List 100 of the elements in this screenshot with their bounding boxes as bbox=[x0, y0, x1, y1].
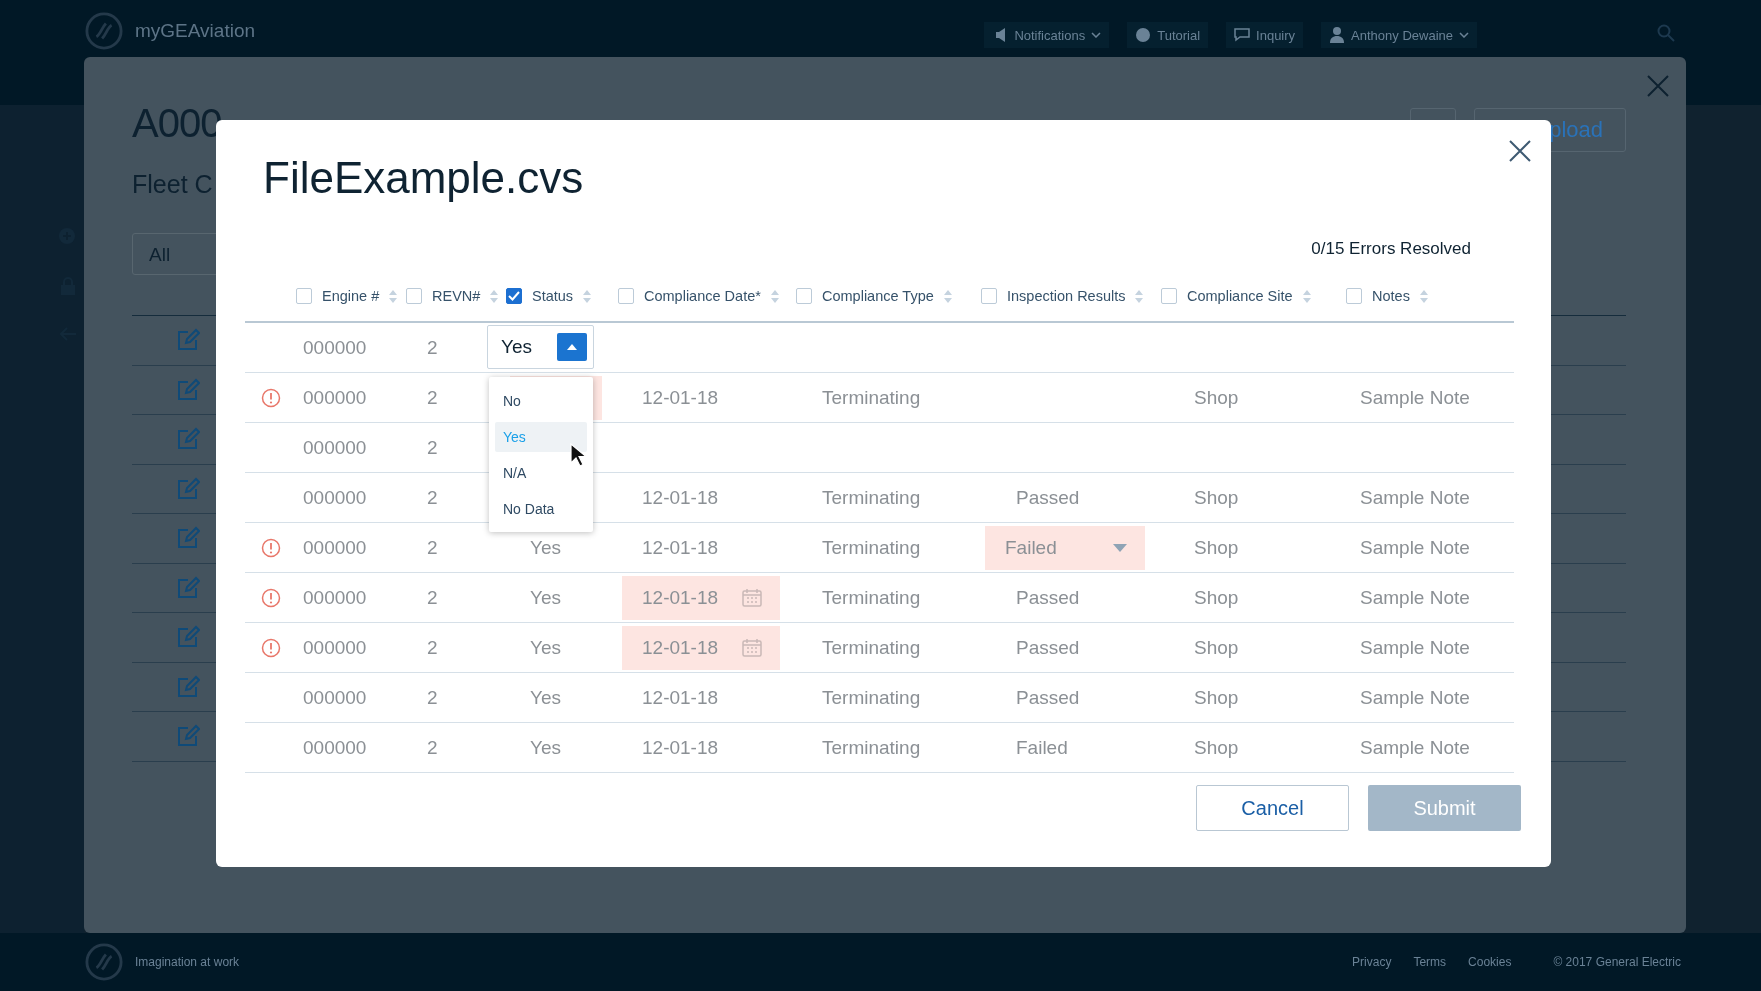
table-cell: Terminating bbox=[822, 386, 921, 409]
table-row[interactable]: 000000 2 Yes 12-01-18 Terminating Passed Shop Sample Note bbox=[245, 573, 1514, 623]
caret-icon bbox=[1091, 32, 1102, 38]
menu-item[interactable]: Yes bbox=[495, 422, 587, 452]
table-row[interactable]: 000000 2 Yes 12-01-18 Terminating Failed Shop Sample Note bbox=[245, 523, 1514, 573]
checkbox[interactable] bbox=[406, 288, 422, 304]
checkbox[interactable] bbox=[618, 288, 634, 304]
checkbox[interactable] bbox=[1161, 288, 1177, 304]
nav-link[interactable]: Notifications bbox=[984, 22, 1110, 48]
result-select[interactable]: Failed bbox=[985, 525, 1145, 570]
table-cell: Sample Note bbox=[1360, 586, 1470, 609]
table-cell: Passed bbox=[1016, 636, 1080, 659]
checkbox[interactable] bbox=[296, 288, 312, 304]
table-cell: Sample Note bbox=[1360, 386, 1470, 409]
sort-icon[interactable] bbox=[1302, 289, 1311, 303]
table-cell: 000000 bbox=[303, 436, 367, 459]
checkbox[interactable] bbox=[1346, 288, 1362, 304]
table-cell: Terminating bbox=[822, 736, 921, 759]
table-cell: Shop bbox=[1194, 636, 1239, 659]
search-icon[interactable] bbox=[1657, 24, 1675, 42]
table-cell: Passed bbox=[1016, 486, 1080, 509]
table-cell: Sample Note bbox=[1360, 536, 1470, 559]
checkbox[interactable] bbox=[506, 288, 522, 304]
menu-item[interactable]: No bbox=[495, 386, 587, 416]
cancel-button[interactable]: Cancel bbox=[1196, 785, 1349, 831]
table-row[interactable]: 000000 2 Yes 12-01-18 Terminating Passed Shop Sample Note bbox=[245, 673, 1514, 723]
status-select[interactable]: Yes bbox=[487, 325, 594, 369]
table-cell: Shop bbox=[1194, 386, 1239, 409]
dialog-title: FileExample.cvs bbox=[263, 153, 585, 203]
caret-icon bbox=[567, 344, 577, 350]
edit-icon[interactable] bbox=[176, 674, 200, 699]
column-header[interactable]: Compliance Site bbox=[1187, 288, 1293, 304]
table-cell: 000000 bbox=[303, 736, 367, 759]
date-field[interactable]: 12-01-18 bbox=[622, 625, 780, 670]
footer-link[interactable]: Cookies bbox=[1468, 955, 1512, 969]
sort-icon[interactable] bbox=[490, 289, 499, 303]
table-cell: 2 bbox=[427, 686, 438, 709]
edit-icon[interactable] bbox=[176, 328, 200, 353]
menu-item[interactable]: No Data bbox=[495, 494, 587, 524]
edit-icon[interactable] bbox=[176, 625, 200, 650]
alert-icon bbox=[260, 537, 281, 558]
checkbox[interactable] bbox=[796, 288, 812, 304]
sort-icon[interactable] bbox=[389, 289, 398, 303]
table-cell: Terminating bbox=[822, 486, 921, 509]
column-header[interactable]: Notes bbox=[1372, 288, 1410, 304]
checkbox[interactable] bbox=[981, 288, 997, 304]
table-cell: Terminating bbox=[822, 686, 921, 709]
close-icon[interactable] bbox=[1509, 140, 1531, 162]
table-cell: Passed bbox=[1016, 686, 1080, 709]
table-cell: Yes bbox=[530, 736, 561, 759]
edit-icon[interactable] bbox=[176, 476, 200, 501]
sort-icon[interactable] bbox=[943, 289, 952, 303]
brand-name: myGEAviation bbox=[135, 20, 256, 42]
table-row[interactable]: 000000 2 Yes 12-01-18 Terminating Failed Shop Sample Note bbox=[245, 723, 1514, 773]
column-header[interactable]: Status bbox=[532, 288, 574, 304]
edit-icon[interactable] bbox=[176, 427, 200, 452]
edit-icon[interactable] bbox=[176, 526, 200, 551]
column-header[interactable]: REVN# bbox=[432, 288, 481, 304]
pointer-icon bbox=[570, 443, 586, 467]
table-cell: Sample Note bbox=[1360, 736, 1470, 759]
table-cell: 2 bbox=[427, 386, 438, 409]
table-cell: Yes bbox=[530, 636, 561, 659]
caret-icon bbox=[1459, 32, 1469, 38]
table-cell: Terminating bbox=[822, 636, 921, 659]
table-cell: 000000 bbox=[303, 386, 367, 409]
table-cell: Shop bbox=[1194, 536, 1239, 559]
table-cell: 12-01-18 bbox=[642, 686, 719, 709]
nav-link[interactable]: Inquiry bbox=[1226, 22, 1304, 48]
logo-icon bbox=[85, 943, 123, 981]
table-cell: 2 bbox=[427, 636, 438, 659]
edit-icon[interactable] bbox=[176, 724, 200, 749]
table-cell: Terminating bbox=[822, 536, 921, 559]
table-cell: Shop bbox=[1194, 736, 1239, 759]
caret-icon bbox=[1113, 543, 1127, 552]
edit-icon[interactable] bbox=[176, 575, 200, 600]
column-header[interactable]: Compliance Date* bbox=[644, 288, 761, 304]
footer-link[interactable]: Privacy bbox=[1352, 955, 1392, 969]
edit-icon[interactable] bbox=[176, 377, 200, 402]
sort-icon[interactable] bbox=[770, 289, 779, 303]
table-cell: 000000 bbox=[303, 336, 367, 359]
nav-link[interactable]: Tutorial bbox=[1127, 22, 1209, 48]
footer-link[interactable]: Terms bbox=[1413, 955, 1447, 969]
dropdown-toggle[interactable] bbox=[557, 333, 587, 361]
alert-icon bbox=[260, 387, 281, 408]
tagline: Imagination at work bbox=[135, 955, 240, 969]
nav-link[interactable]: Anthony Dewaine bbox=[1321, 22, 1477, 48]
table-cell: Sample Note bbox=[1360, 686, 1470, 709]
table-cell: 2 bbox=[427, 336, 438, 359]
table-row[interactable]: 000000 2 Yes 12-01-18 Terminating Passed Shop Sample Note bbox=[245, 623, 1514, 673]
column-header[interactable]: Engine # bbox=[322, 288, 380, 304]
sort-icon[interactable] bbox=[583, 289, 592, 303]
column-header[interactable]: Inspection Results bbox=[1007, 288, 1126, 304]
alert-icon bbox=[260, 637, 281, 658]
sort-icon[interactable] bbox=[1419, 289, 1428, 303]
column-header[interactable]: Compliance Type bbox=[822, 288, 934, 304]
table-cell: Yes bbox=[530, 586, 561, 609]
date-field[interactable]: 12-01-18 bbox=[622, 575, 780, 620]
sort-icon[interactable] bbox=[1135, 289, 1144, 303]
logo-icon bbox=[85, 12, 123, 50]
calendar-icon bbox=[742, 588, 762, 607]
